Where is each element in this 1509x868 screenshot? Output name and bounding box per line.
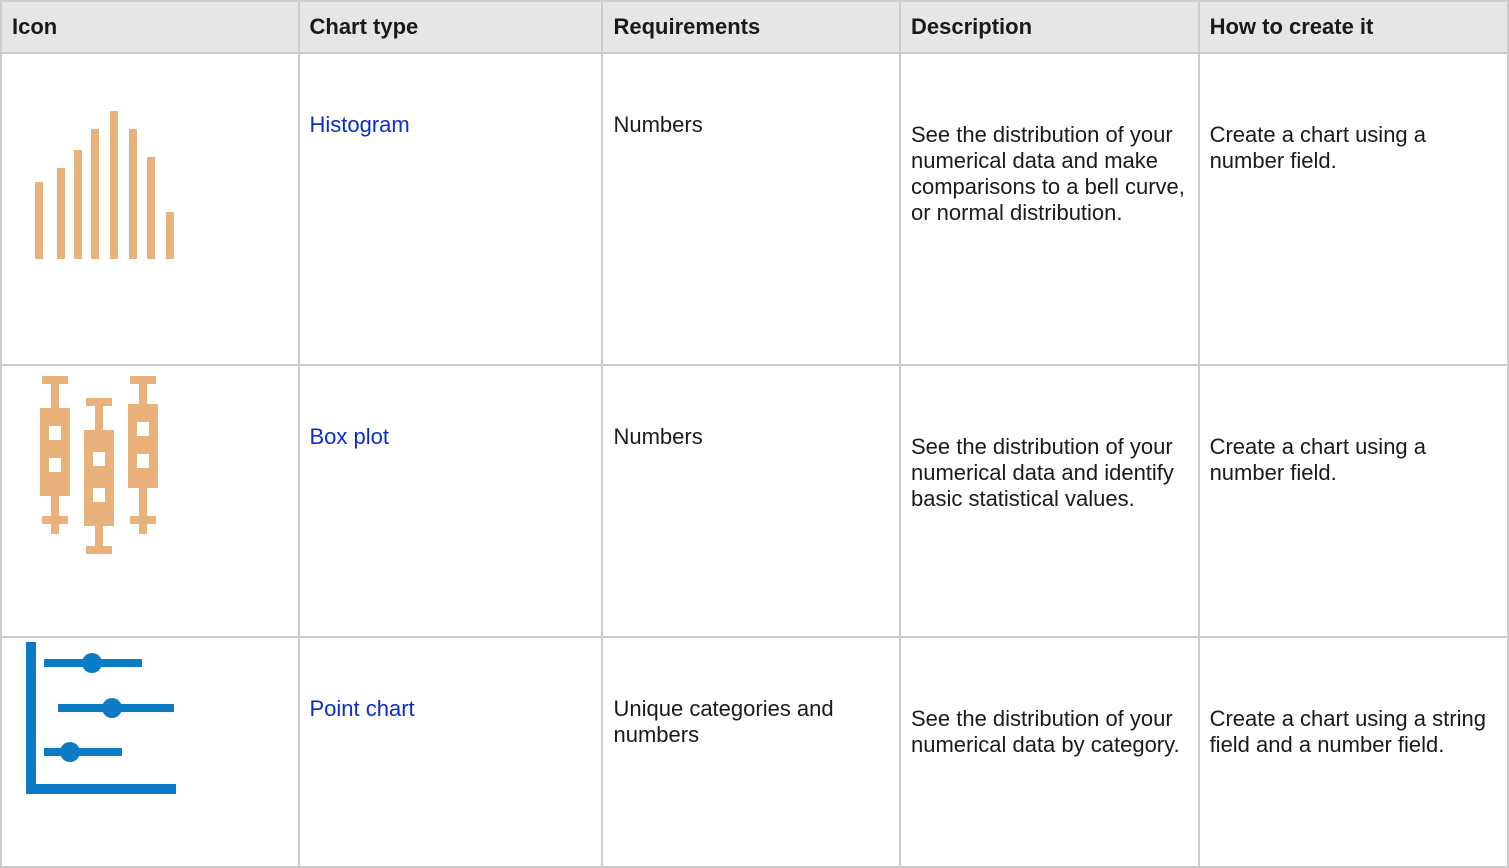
requirements-cell: Unique categories and numbers: [601, 636, 901, 868]
chart-types-table: Icon Chart type Requirements Description…: [0, 0, 1509, 868]
histogram-icon: [35, 111, 174, 259]
histogram-link[interactable]: Histogram: [310, 112, 592, 138]
requirements-text: Numbers: [613, 424, 703, 449]
header-requirements: Requirements: [601, 0, 901, 54]
how-to-cell: Create a chart using a string field and …: [1197, 636, 1509, 868]
how-to-text: Create a chart using a number field.: [1209, 122, 1427, 173]
header-description: Description: [898, 0, 1200, 54]
table-row: Point chart Unique categories and number…: [0, 636, 1509, 868]
chart-type-cell: Point chart: [297, 636, 604, 868]
icon-cell: [0, 52, 300, 366]
icon-cell: [0, 636, 300, 868]
requirements-cell: Numbers: [601, 364, 901, 638]
header-how-to: How to create it: [1197, 0, 1509, 54]
table-row: Box plot Numbers See the distribution of…: [0, 364, 1509, 638]
point-chart-icon: [26, 642, 176, 794]
how-to-cell: Create a chart using a number field.: [1197, 364, 1509, 638]
requirements-text: Unique categories and numbers: [613, 696, 834, 747]
requirements-text: Numbers: [613, 112, 703, 137]
description-cell: See the distribution of your numerical d…: [898, 636, 1200, 868]
description-text: See the distribution of your numerical d…: [910, 434, 1174, 511]
header-chart-type: Chart type: [297, 0, 604, 54]
description-text: See the distribution of your numerical d…: [910, 706, 1180, 757]
chart-type-cell: Histogram: [297, 52, 604, 366]
box-plot-icon: [40, 376, 158, 554]
table-row: Histogram Numbers See the distribution o…: [0, 52, 1509, 366]
description-text: See the distribution of your numerical d…: [910, 122, 1185, 225]
how-to-text: Create a chart using a string field and …: [1209, 706, 1486, 757]
description-cell: See the distribution of your numerical d…: [898, 364, 1200, 638]
how-to-cell: Create a chart using a number field.: [1197, 52, 1509, 366]
box-plot-link[interactable]: Box plot: [310, 424, 592, 450]
header-icon: Icon: [0, 0, 300, 54]
description-cell: See the distribution of your numerical d…: [898, 52, 1200, 366]
point-chart-link[interactable]: Point chart: [310, 696, 592, 722]
table-header-row: Icon Chart type Requirements Description…: [0, 0, 1509, 54]
icon-cell: [0, 364, 300, 638]
requirements-cell: Numbers: [601, 52, 901, 366]
how-to-text: Create a chart using a number field.: [1209, 434, 1427, 485]
chart-type-cell: Box plot: [297, 364, 604, 638]
